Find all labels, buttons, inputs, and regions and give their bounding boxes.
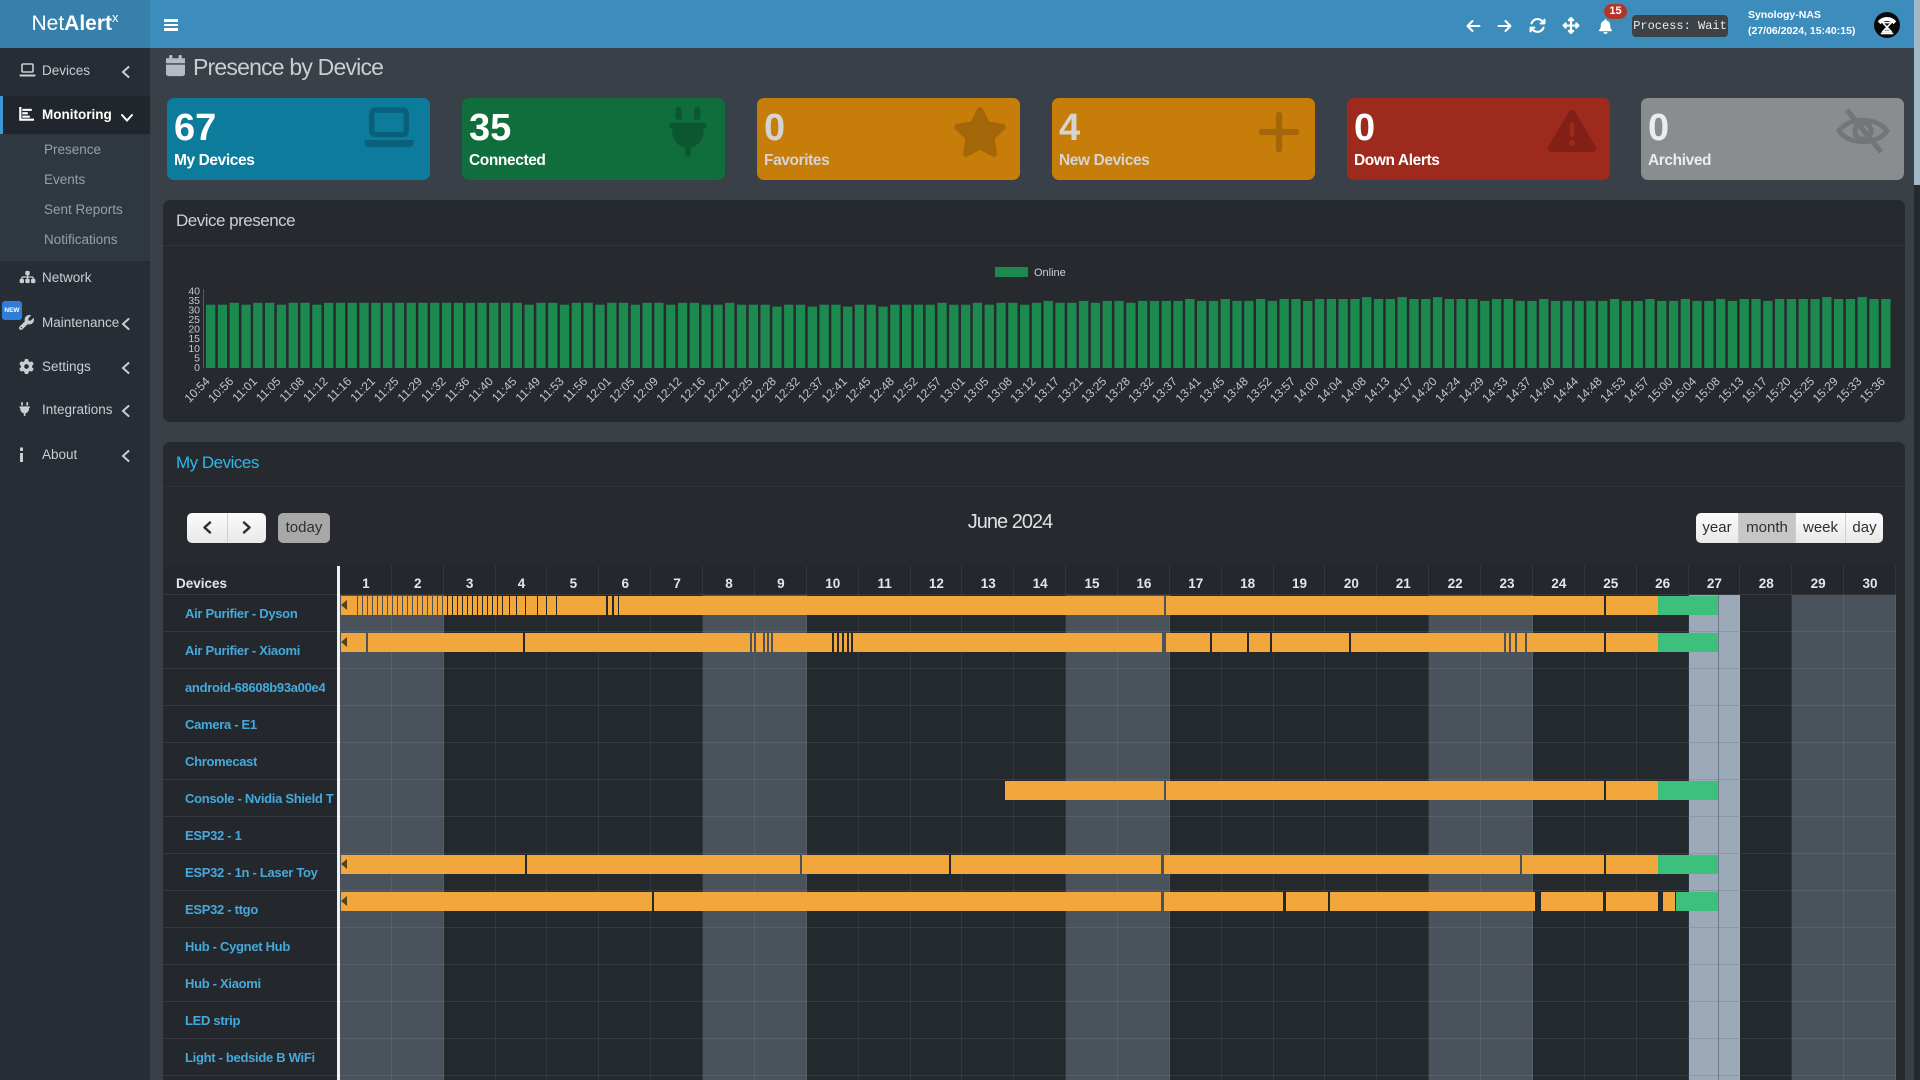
svg-text:12:52: 12:52 bbox=[889, 374, 920, 405]
svg-text:12:01: 12:01 bbox=[583, 374, 614, 405]
svg-text:13:12: 13:12 bbox=[1007, 374, 1038, 405]
svg-text:11:49: 11:49 bbox=[513, 374, 544, 405]
svg-text:11:12: 11:12 bbox=[300, 374, 331, 405]
svg-text:14:13: 14:13 bbox=[1361, 374, 1392, 405]
svg-text:14:40: 14:40 bbox=[1526, 374, 1557, 405]
svg-text:15:17: 15:17 bbox=[1739, 374, 1770, 405]
svg-text:14:04: 14:04 bbox=[1314, 374, 1345, 405]
svg-text:15:08: 15:08 bbox=[1692, 374, 1723, 405]
svg-text:12:16: 12:16 bbox=[677, 374, 708, 405]
svg-text:11:16: 11:16 bbox=[324, 374, 355, 405]
svg-text:12:48: 12:48 bbox=[866, 374, 897, 405]
svg-text:11:32: 11:32 bbox=[418, 374, 449, 405]
svg-text:13:48: 13:48 bbox=[1220, 374, 1251, 405]
svg-text:14:29: 14:29 bbox=[1456, 374, 1487, 405]
svg-text:13:28: 13:28 bbox=[1102, 374, 1133, 405]
svg-text:14:48: 14:48 bbox=[1574, 374, 1605, 405]
svg-text:11:21: 11:21 bbox=[347, 374, 378, 405]
svg-text:15:00: 15:00 bbox=[1644, 374, 1675, 405]
svg-text:14:37: 14:37 bbox=[1503, 374, 1534, 405]
svg-text:10:54: 10:54 bbox=[182, 374, 213, 405]
svg-text:Online: Online bbox=[1034, 267, 1066, 279]
svg-text:13:01: 13:01 bbox=[937, 374, 968, 405]
svg-text:12:57: 12:57 bbox=[913, 374, 944, 405]
svg-text:14:57: 14:57 bbox=[1621, 374, 1652, 405]
svg-text:10:56: 10:56 bbox=[205, 374, 236, 405]
svg-text:12:09: 12:09 bbox=[630, 374, 661, 405]
svg-text:12:05: 12:05 bbox=[606, 374, 637, 405]
svg-text:14:17: 14:17 bbox=[1385, 374, 1416, 405]
svg-text:13:52: 13:52 bbox=[1243, 374, 1274, 405]
svg-text:12:37: 12:37 bbox=[795, 374, 826, 405]
svg-text:0: 0 bbox=[194, 362, 200, 374]
svg-text:15:20: 15:20 bbox=[1762, 374, 1793, 405]
svg-text:11:45: 11:45 bbox=[489, 374, 520, 405]
svg-text:11:25: 11:25 bbox=[371, 374, 402, 405]
svg-text:13:45: 13:45 bbox=[1196, 374, 1227, 405]
svg-text:11:08: 11:08 bbox=[277, 374, 308, 405]
svg-text:12:28: 12:28 bbox=[748, 374, 779, 405]
svg-text:11:53: 11:53 bbox=[536, 374, 567, 405]
svg-text:15:13: 15:13 bbox=[1715, 374, 1746, 405]
svg-text:14:08: 14:08 bbox=[1338, 374, 1369, 405]
svg-text:14:33: 14:33 bbox=[1479, 374, 1510, 405]
svg-text:15:25: 15:25 bbox=[1786, 374, 1817, 405]
svg-text:13:32: 13:32 bbox=[1125, 374, 1156, 405]
svg-text:13:05: 13:05 bbox=[960, 374, 991, 405]
svg-text:13:17: 13:17 bbox=[1031, 374, 1062, 405]
svg-text:15:33: 15:33 bbox=[1833, 374, 1864, 405]
svg-text:11:01: 11:01 bbox=[229, 374, 260, 405]
svg-text:11:05: 11:05 bbox=[253, 374, 284, 405]
svg-text:13:37: 13:37 bbox=[1149, 374, 1180, 405]
svg-text:11:29: 11:29 bbox=[395, 374, 426, 405]
svg-text:13:57: 13:57 bbox=[1267, 374, 1298, 405]
svg-text:12:45: 12:45 bbox=[842, 374, 873, 405]
svg-text:14:24: 14:24 bbox=[1432, 374, 1463, 405]
svg-text:15:29: 15:29 bbox=[1810, 374, 1841, 405]
svg-text:11:36: 11:36 bbox=[442, 374, 473, 405]
svg-text:12:21: 12:21 bbox=[701, 374, 732, 405]
svg-text:11:56: 11:56 bbox=[560, 374, 591, 405]
svg-text:13:21: 13:21 bbox=[1055, 374, 1086, 405]
svg-text:12:41: 12:41 bbox=[819, 374, 850, 405]
svg-text:12:25: 12:25 bbox=[724, 374, 755, 405]
svg-text:14:44: 14:44 bbox=[1550, 374, 1581, 405]
svg-text:13:08: 13:08 bbox=[984, 374, 1015, 405]
svg-text:11:40: 11:40 bbox=[465, 374, 496, 405]
svg-text:12:12: 12:12 bbox=[653, 374, 684, 405]
svg-text:14:53: 14:53 bbox=[1597, 374, 1628, 405]
svg-text:14:20: 14:20 bbox=[1409, 374, 1440, 405]
svg-text:13:25: 13:25 bbox=[1078, 374, 1109, 405]
svg-text:14:00: 14:00 bbox=[1291, 374, 1322, 405]
svg-text:15:36: 15:36 bbox=[1857, 374, 1888, 405]
svg-text:12:32: 12:32 bbox=[771, 374, 802, 405]
svg-text:15:04: 15:04 bbox=[1668, 374, 1699, 405]
svg-text:13:41: 13:41 bbox=[1173, 374, 1204, 405]
